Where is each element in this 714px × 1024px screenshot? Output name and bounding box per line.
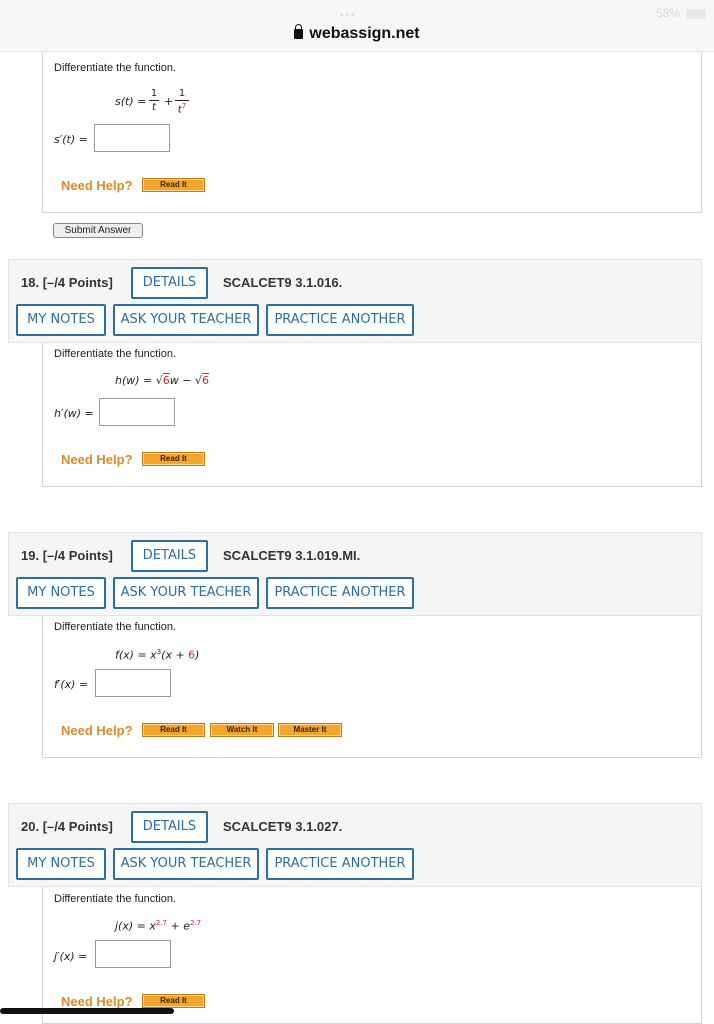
url-text: webassign.net <box>309 25 420 42</box>
fraction-2: 1 t7 <box>175 88 189 115</box>
answer-input-19[interactable] <box>95 669 171 697</box>
question-20-header: 20. [–/4 Points] DETAILS SCALCET9 3.1.02… <box>8 803 702 887</box>
answer-input-20[interactable] <box>95 940 171 968</box>
question-number: 19. [–/4 Points] <box>21 548 113 563</box>
plus-sign: + <box>164 95 174 108</box>
question-20-prompt: Differentiate the function. <box>54 893 177 905</box>
submit-answer-button[interactable]: Submit Answer <box>53 223 143 238</box>
need-help-label: Need Help? <box>61 994 133 1009</box>
read-it-button[interactable]: Read It <box>142 723 205 737</box>
ask-your-teacher-button[interactable]: ASK YOUR TEACHER <box>113 848 259 880</box>
tab-dots-icon[interactable]: ••• <box>340 10 357 21</box>
need-help-label: Need Help? <box>61 178 133 193</box>
practice-another-button[interactable]: PRACTICE ANOTHER <box>266 577 414 609</box>
fraction-numerator: 1 <box>150 88 158 99</box>
exponent: 7 <box>181 102 187 110</box>
home-indicator[interactable] <box>0 1008 174 1014</box>
details-button[interactable]: DETAILS <box>131 267 208 299</box>
fraction-denominator: t <box>152 102 156 113</box>
need-help-label: Need Help? <box>61 452 133 467</box>
answer-label: f′(x) = <box>54 678 89 691</box>
question-19-function: f(x) = x3(x + 6) <box>115 648 200 662</box>
question-code: SCALCET9 3.1.016. <box>223 275 343 290</box>
read-it-button[interactable]: Read It <box>142 178 205 192</box>
details-button[interactable]: DETAILS <box>131 540 208 572</box>
practice-another-button[interactable]: PRACTICE ANOTHER <box>266 848 414 880</box>
question-number: 18. [–/4 Points] <box>21 275 113 290</box>
question-17-prompt: Differentiate the function. <box>54 62 177 74</box>
answer-label: j′(x) = <box>54 950 88 963</box>
url-display[interactable]: webassign.net <box>0 24 714 43</box>
my-notes-button[interactable]: MY NOTES <box>16 304 106 336</box>
lock-icon <box>294 24 304 39</box>
details-button[interactable]: DETAILS <box>131 811 208 843</box>
question-18-header: 18. [–/4 Points] DETAILS SCALCET9 3.1.01… <box>8 259 702 343</box>
ask-your-teacher-button[interactable]: ASK YOUR TEACHER <box>113 304 259 336</box>
my-notes-button[interactable]: MY NOTES <box>16 577 106 609</box>
answer-input-17[interactable] <box>94 124 170 152</box>
need-help-label: Need Help? <box>61 723 133 738</box>
answer-label: s′(t) = <box>54 133 88 146</box>
battery-icon <box>686 9 706 19</box>
question-code: SCALCET9 3.1.027. <box>223 819 343 834</box>
question-code: SCALCET9 3.1.019.MI. <box>223 548 361 563</box>
question-18-function: h(w) = √6w − √6 <box>115 374 210 387</box>
read-it-button[interactable]: Read It <box>142 994 205 1008</box>
my-notes-button[interactable]: MY NOTES <box>16 848 106 880</box>
function-lhs: s(t) = <box>115 95 147 108</box>
watch-it-button[interactable]: Watch It <box>210 723 274 737</box>
answer-label: h′(w) = <box>54 407 94 420</box>
answer-input-18[interactable] <box>99 398 175 426</box>
question-20-function: j(x) = x2.7 + e2.7 <box>115 919 202 933</box>
fraction-numerator: 1 <box>178 88 186 99</box>
practice-another-button[interactable]: PRACTICE ANOTHER <box>266 304 414 336</box>
ask-your-teacher-button[interactable]: ASK YOUR TEACHER <box>113 577 259 609</box>
battery-level: 58% <box>655 6 680 20</box>
browser-url-bar: ••• 58% webassign.net <box>0 0 714 52</box>
question-number: 20. [–/4 Points] <box>21 819 113 834</box>
master-it-button[interactable]: Master It <box>278 723 342 737</box>
question-19-prompt: Differentiate the function. <box>54 621 177 633</box>
read-it-button[interactable]: Read It <box>142 452 205 466</box>
fraction-1: 1 t <box>149 88 159 113</box>
question-19-header: 19. [–/4 Points] DETAILS SCALCET9 3.1.01… <box>8 532 702 616</box>
question-18-prompt: Differentiate the function. <box>54 348 177 360</box>
